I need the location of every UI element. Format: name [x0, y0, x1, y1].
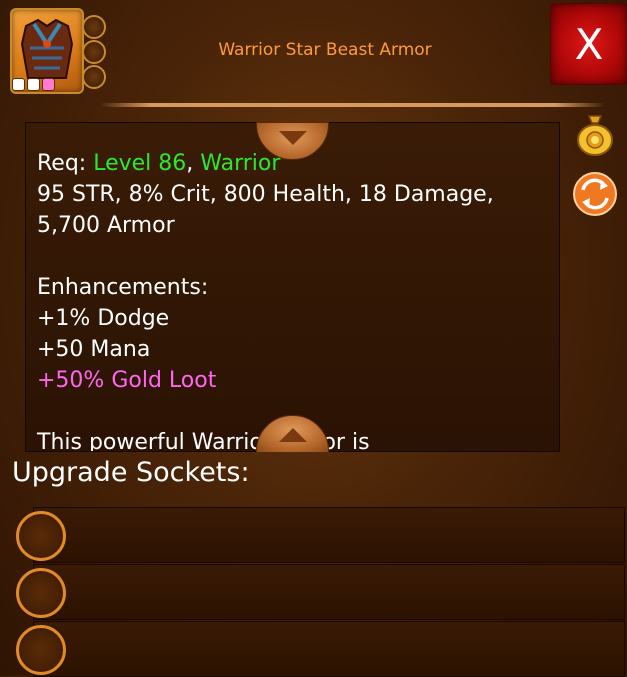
socket-row[interactable]	[33, 507, 625, 563]
req-class: Warrior	[200, 151, 281, 176]
gem-slot	[82, 40, 106, 64]
upgrade-sockets-title: Upgrade Sockets:	[12, 457, 250, 488]
swap-arrows-icon[interactable]	[571, 170, 619, 218]
stats-line: 5,700 Armor	[37, 213, 175, 238]
socket-slot-icon[interactable]	[16, 511, 66, 561]
star-icon	[42, 78, 55, 91]
description-panel[interactable]: Req: Level 86, Warrior 95 STR, 8% Crit, …	[25, 122, 560, 452]
req-level: Level 86	[93, 151, 187, 176]
armor-icon	[20, 18, 74, 79]
gem-slot	[82, 65, 106, 89]
req-separator: ,	[186, 151, 201, 176]
enhancements-header: Enhancements:	[37, 275, 209, 300]
socket-slot-icon[interactable]	[16, 625, 66, 675]
arrow-down-icon	[279, 131, 307, 145]
description-text: Req: Level 86, Warrior 95 STR, 8% Crit, …	[37, 148, 552, 396]
req-label: Req:	[37, 151, 94, 176]
gold-bag-icon[interactable]	[571, 110, 619, 158]
gem-slot	[82, 15, 106, 39]
enhancement-dodge: +1% Dodge	[37, 306, 170, 331]
enhancement-mana: +50 Mana	[37, 337, 151, 362]
socket-row[interactable]	[33, 621, 625, 677]
star-icon	[12, 78, 25, 91]
arrow-up-icon	[279, 428, 307, 442]
stats-line: 95 STR, 8% Crit, 800 Health, 18 Damage,	[37, 182, 494, 207]
star-rating	[12, 78, 55, 91]
socket-slot-icon[interactable]	[16, 568, 66, 618]
socket-row[interactable]	[33, 564, 625, 620]
close-button[interactable]: X	[550, 3, 627, 85]
star-icon	[27, 78, 40, 91]
enhancement-gold-loot: +50% Gold Loot	[37, 368, 217, 393]
divider	[100, 103, 605, 107]
item-title: Warrior Star Beast Armor	[218, 40, 432, 60]
